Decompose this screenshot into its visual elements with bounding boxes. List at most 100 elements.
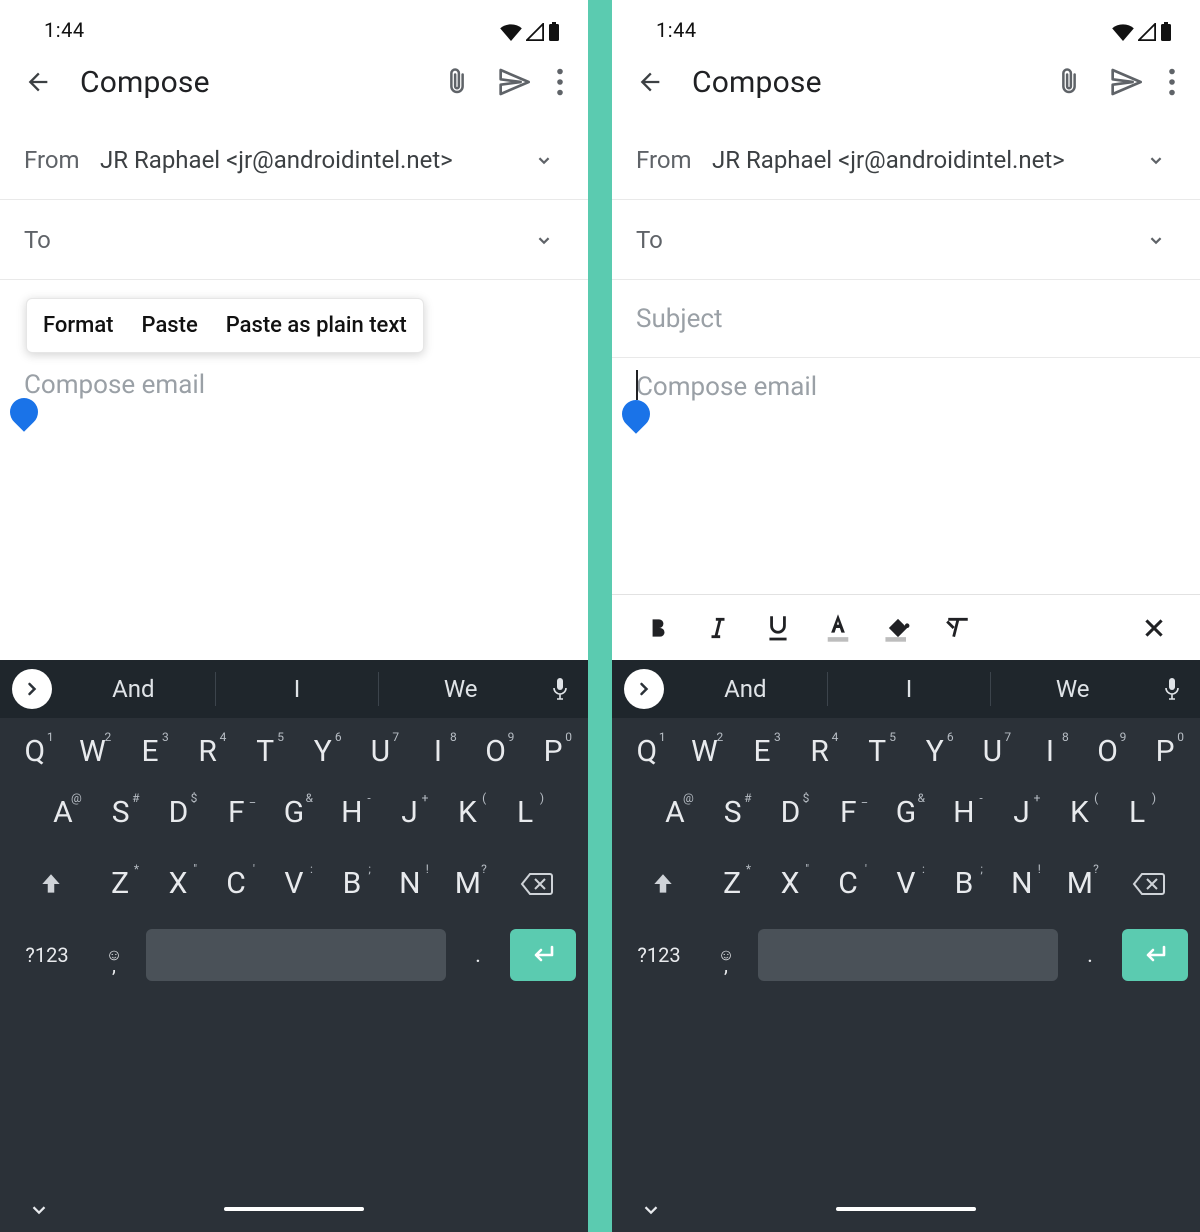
key-c[interactable]: 'C xyxy=(819,866,877,901)
key-q[interactable]: 1Q xyxy=(618,734,676,769)
key-k[interactable]: (K xyxy=(438,795,496,830)
back-icon[interactable] xyxy=(24,68,52,96)
key-h[interactable]: -H xyxy=(323,795,381,830)
key-d[interactable]: $D xyxy=(762,795,820,830)
suggestion-3[interactable]: We xyxy=(379,675,542,703)
bold-button[interactable] xyxy=(628,615,688,641)
chevron-down-icon[interactable] xyxy=(1145,229,1167,251)
shift-key[interactable] xyxy=(10,866,91,901)
key-g[interactable]: &G xyxy=(877,795,935,830)
key-r[interactable]: 4R xyxy=(179,734,237,769)
key-g[interactable]: &G xyxy=(265,795,323,830)
keyboard-collapse-icon[interactable] xyxy=(28,1198,50,1220)
suggestion-expand-button[interactable] xyxy=(624,669,664,709)
key-r[interactable]: 4R xyxy=(791,734,849,769)
key-x[interactable]: "X xyxy=(761,866,819,901)
chevron-down-icon[interactable] xyxy=(533,149,555,171)
suggestion-2[interactable]: I xyxy=(828,675,991,703)
highlight-button[interactable] xyxy=(868,612,928,644)
to-field[interactable]: To xyxy=(0,200,588,280)
attach-icon[interactable] xyxy=(1054,67,1084,97)
suggestion-1[interactable]: And xyxy=(664,675,827,703)
key-y[interactable]: 6Y xyxy=(906,734,964,769)
key-m[interactable]: ?M xyxy=(439,866,497,901)
key-s[interactable]: #S xyxy=(704,795,762,830)
context-menu-paste[interactable]: Paste xyxy=(142,313,198,338)
key-k[interactable]: (K xyxy=(1050,795,1108,830)
subject-field[interactable]: Subject xyxy=(612,280,1200,358)
compose-body[interactable]: Compose email xyxy=(612,358,1200,594)
key-c[interactable]: 'C xyxy=(207,866,265,901)
key-y[interactable]: 6Y xyxy=(294,734,352,769)
space-key[interactable] xyxy=(146,929,446,981)
period-key[interactable]: . xyxy=(1068,943,1112,968)
chevron-down-icon[interactable] xyxy=(1145,149,1167,171)
send-icon[interactable] xyxy=(1110,66,1142,98)
from-field[interactable]: From JR Raphael <jr@androidintel.net> xyxy=(612,120,1200,200)
mic-icon[interactable] xyxy=(542,677,578,701)
text-color-button[interactable] xyxy=(808,612,868,644)
key-b[interactable]: ;B xyxy=(935,866,993,901)
key-v[interactable]: :V xyxy=(265,866,323,901)
suggestion-1[interactable]: And xyxy=(52,675,215,703)
key-j[interactable]: +J xyxy=(381,795,439,830)
italic-button[interactable] xyxy=(688,615,748,641)
key-j[interactable]: +J xyxy=(993,795,1051,830)
key-v[interactable]: :V xyxy=(877,866,935,901)
overflow-icon[interactable] xyxy=(556,68,564,96)
key-d[interactable]: $D xyxy=(150,795,208,830)
key-w[interactable]: 2W xyxy=(676,734,734,769)
close-format-button[interactable] xyxy=(1124,615,1184,641)
from-field[interactable]: From JR Raphael <jr@androidintel.net> xyxy=(0,120,588,200)
key-p[interactable]: 0P xyxy=(1136,734,1194,769)
key-o[interactable]: 9O xyxy=(467,734,525,769)
key-n[interactable]: !N xyxy=(381,866,439,901)
key-p[interactable]: 0P xyxy=(524,734,582,769)
backspace-key[interactable] xyxy=(497,866,578,901)
backspace-key[interactable] xyxy=(1109,866,1190,901)
emoji-key[interactable]: ☺, xyxy=(92,945,136,965)
key-o[interactable]: 9O xyxy=(1079,734,1137,769)
key-b[interactable]: ;B xyxy=(323,866,381,901)
period-key[interactable]: . xyxy=(456,943,500,968)
key-s[interactable]: #S xyxy=(92,795,150,830)
key-l[interactable]: )L xyxy=(1108,795,1166,830)
key-m[interactable]: ?M xyxy=(1051,866,1109,901)
symbols-key[interactable]: ?123 xyxy=(624,943,694,967)
key-a[interactable]: @A xyxy=(34,795,92,830)
send-icon[interactable] xyxy=(498,66,530,98)
emoji-key[interactable]: ☺, xyxy=(704,945,748,965)
attach-icon[interactable] xyxy=(442,67,472,97)
suggestion-expand-button[interactable] xyxy=(12,669,52,709)
key-i[interactable]: 8I xyxy=(409,734,467,769)
mic-icon[interactable] xyxy=(1154,677,1190,701)
compose-body[interactable]: Compose email xyxy=(0,356,588,660)
key-q[interactable]: 1Q xyxy=(6,734,64,769)
key-i[interactable]: 8I xyxy=(1021,734,1079,769)
underline-button[interactable] xyxy=(748,613,808,643)
key-w[interactable]: 2W xyxy=(64,734,122,769)
key-n[interactable]: !N xyxy=(993,866,1051,901)
to-field[interactable]: To xyxy=(612,200,1200,280)
key-x[interactable]: "X xyxy=(149,866,207,901)
key-u[interactable]: 7U xyxy=(964,734,1022,769)
overflow-icon[interactable] xyxy=(1168,68,1176,96)
enter-key[interactable] xyxy=(510,929,576,981)
key-l[interactable]: )L xyxy=(496,795,554,830)
key-e[interactable]: 3E xyxy=(733,734,791,769)
keyboard-collapse-icon[interactable] xyxy=(640,1198,662,1220)
suggestion-2[interactable]: I xyxy=(216,675,379,703)
space-key[interactable] xyxy=(758,929,1058,981)
chevron-down-icon[interactable] xyxy=(533,229,555,251)
key-u[interactable]: 7U xyxy=(352,734,410,769)
key-h[interactable]: -H xyxy=(935,795,993,830)
key-f[interactable]: _F xyxy=(819,795,877,830)
symbols-key[interactable]: ?123 xyxy=(12,943,82,967)
key-z[interactable]: *Z xyxy=(703,866,761,901)
key-f[interactable]: _F xyxy=(207,795,265,830)
context-menu-paste-plain[interactable]: Paste as plain text xyxy=(226,313,407,338)
suggestion-3[interactable]: We xyxy=(991,675,1154,703)
key-z[interactable]: *Z xyxy=(91,866,149,901)
key-t[interactable]: 5T xyxy=(848,734,906,769)
clear-format-button[interactable] xyxy=(928,615,988,641)
